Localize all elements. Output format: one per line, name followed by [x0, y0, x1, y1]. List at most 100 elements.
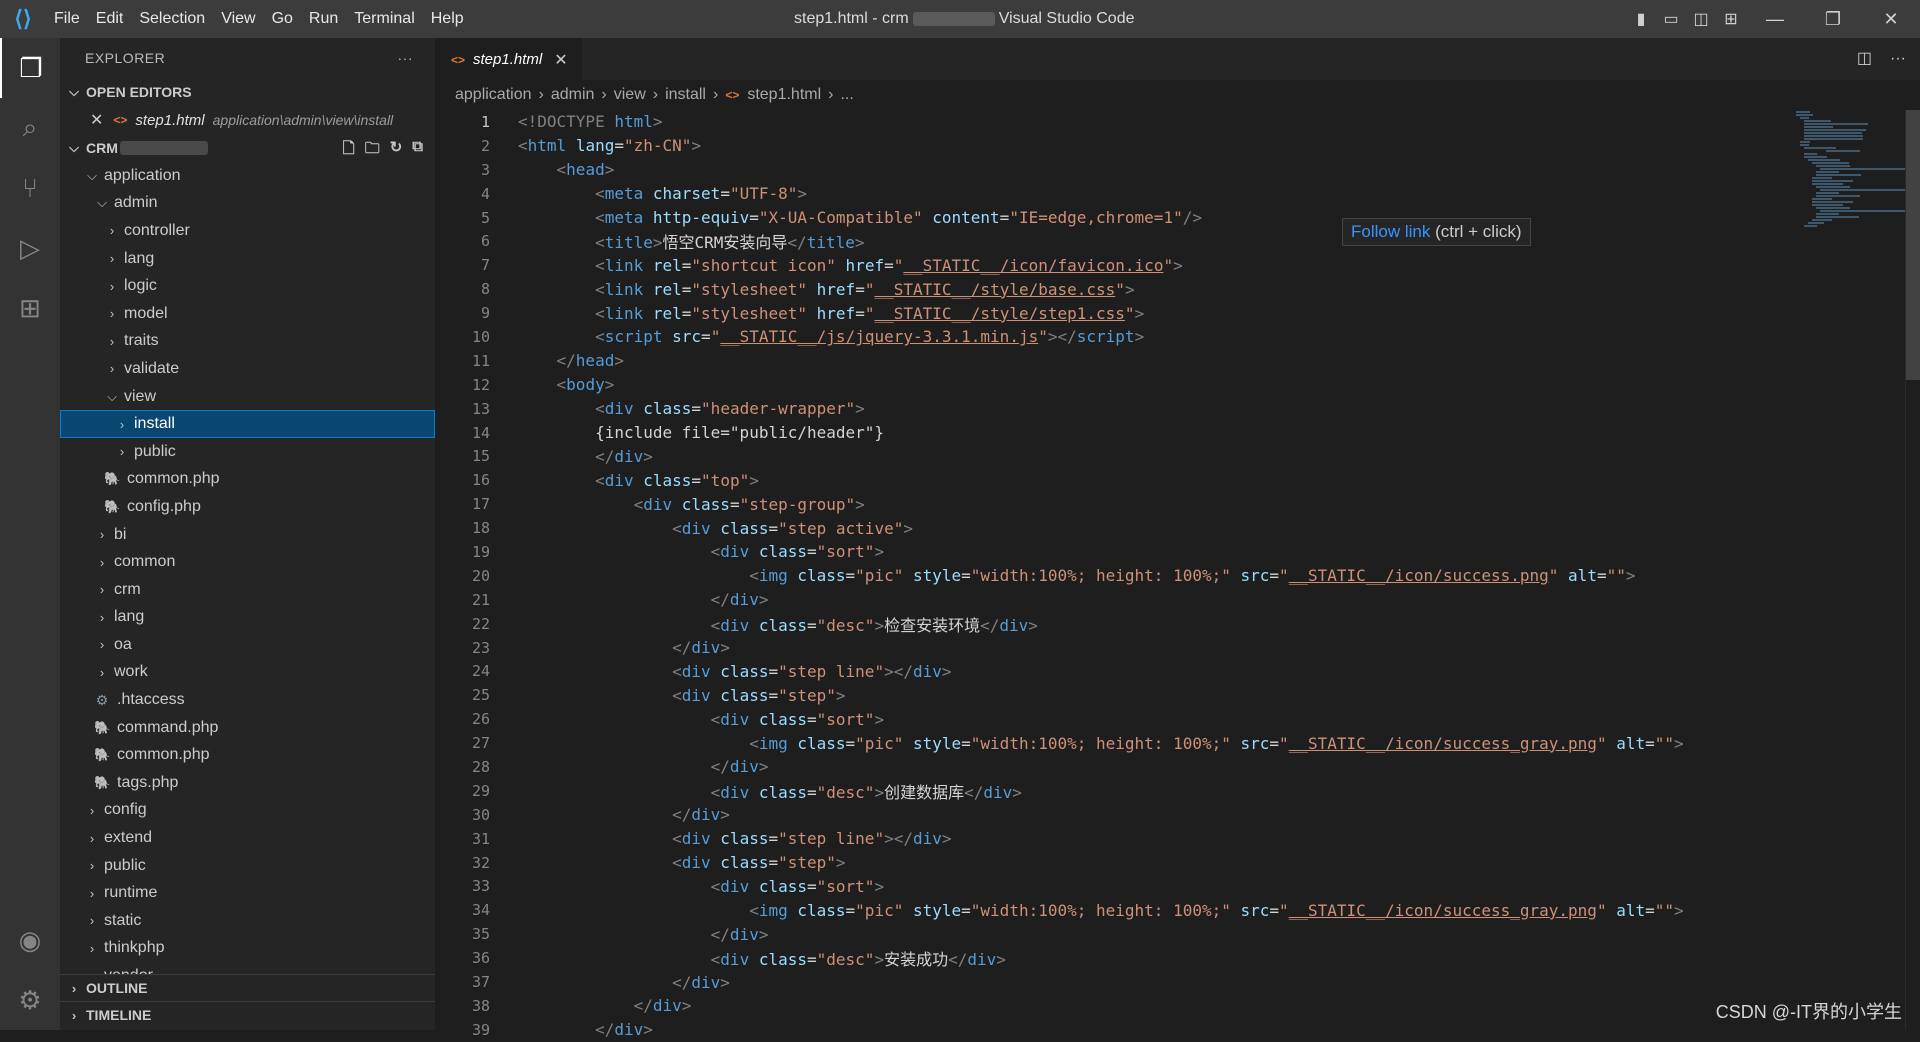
code-line[interactable]: 14 {include file="public/header"}: [435, 421, 1765, 445]
code-line[interactable]: 35 </div>: [435, 922, 1765, 946]
breadcrumb-item[interactable]: step1.html: [747, 86, 821, 104]
close-icon[interactable]: ✕: [90, 110, 103, 130]
tree-folder[interactable]: › crm: [60, 576, 435, 604]
code-link[interactable]: __STATIC__/js/jquery-3.3.1.min.js: [720, 327, 1038, 346]
code-link[interactable]: __STATIC__/icon/success.png: [1289, 566, 1549, 585]
minimap[interactable]: [1796, 110, 1920, 330]
code-link[interactable]: __STATIC__/icon/success_gray.png: [1289, 901, 1597, 920]
tree-folder[interactable]: › thinkphp: [60, 935, 435, 963]
open-editor-item[interactable]: ✕ <> step1.html application\admin\view\i…: [60, 106, 435, 134]
code-line[interactable]: 23 </div>: [435, 636, 1765, 660]
tree-folder[interactable]: › public: [60, 852, 435, 880]
code-line[interactable]: 27 <img class="pic" style="width:100%; h…: [435, 731, 1765, 755]
code-link[interactable]: __STATIC__/icon/success_gray.png: [1289, 734, 1597, 753]
tree-folder[interactable]: › lang: [60, 245, 435, 273]
scrollbar-thumb[interactable]: [1906, 110, 1920, 380]
tree-folder[interactable]: › oa: [60, 631, 435, 659]
tree-folder[interactable]: › bi: [60, 521, 435, 549]
vertical-scrollbar[interactable]: [1905, 110, 1920, 1030]
breadcrumb-item[interactable]: ...: [840, 86, 853, 104]
tree-folder[interactable]: ⌵ admin: [60, 190, 435, 218]
tree-folder[interactable]: › traits: [60, 328, 435, 356]
close-window-icon[interactable]: ✕: [1862, 9, 1920, 30]
tree-folder[interactable]: › work: [60, 659, 435, 687]
code-line[interactable]: 4 <meta charset="UTF-8">: [435, 182, 1765, 206]
collapse-all-icon[interactable]: ⧉: [412, 138, 423, 163]
menu-terminal[interactable]: Terminal: [346, 0, 422, 38]
code-line[interactable]: 38 </div>: [435, 994, 1765, 1018]
code-line[interactable]: 12 <body>: [435, 373, 1765, 397]
tree-folder[interactable]: › common: [60, 548, 435, 576]
tree-folder[interactable]: › static: [60, 907, 435, 935]
code-line[interactable]: 21 </div>: [435, 588, 1765, 612]
tree-file[interactable]: ⚙ .htaccess: [60, 686, 435, 714]
code-line[interactable]: 32 <div class="step">: [435, 851, 1765, 875]
code-line[interactable]: 29 <div class="desc">创建数据库</div>: [435, 779, 1765, 803]
new-file-icon[interactable]: 🗋: [343, 138, 355, 163]
tree-file[interactable]: 🐘 config.php: [60, 493, 435, 521]
tree-folder[interactable]: › extend: [60, 824, 435, 852]
breadcrumb-item[interactable]: view: [614, 86, 646, 104]
more-actions-icon[interactable]: ···: [398, 50, 414, 66]
code-line[interactable]: 30 </div>: [435, 803, 1765, 827]
tree-folder[interactable]: › lang: [60, 604, 435, 632]
more-actions-icon[interactable]: ···: [1890, 38, 1906, 80]
code-link[interactable]: __STATIC__/style/base.css: [874, 280, 1115, 299]
menu-go[interactable]: Go: [264, 0, 301, 38]
menu-edit[interactable]: Edit: [88, 0, 132, 38]
new-folder-icon[interactable]: 🗀: [365, 138, 380, 163]
breadcrumb-item[interactable]: application: [455, 86, 532, 104]
code-line[interactable]: 37 </div>: [435, 970, 1765, 994]
code-line[interactable]: 34 <img class="pic" style="width:100%; h…: [435, 898, 1765, 922]
code-line[interactable]: 10 <script src="__STATIC__/js/jquery-3.3…: [435, 325, 1765, 349]
tab-step1-html[interactable]: <> step1.html ✕: [435, 38, 582, 80]
source-control-icon[interactable]: ⑂: [0, 158, 60, 218]
timeline-section[interactable]: › TIMELINE: [60, 1001, 435, 1028]
toggle-panel-icon[interactable]: ▭: [1656, 9, 1686, 29]
open-editors-section[interactable]: ⌵ OPEN EDITORS: [60, 78, 435, 106]
code-line[interactable]: 2 <html lang="zh-CN">: [435, 134, 1765, 158]
run-debug-icon[interactable]: ▷: [0, 218, 60, 278]
code-line[interactable]: 24 <div class="step line"></div>: [435, 659, 1765, 683]
code-line[interactable]: 26 <div class="sort">: [435, 707, 1765, 731]
code-link[interactable]: __STATIC__/style/step1.css: [874, 304, 1124, 323]
code-line[interactable]: 11 </head>: [435, 349, 1765, 373]
code-line[interactable]: 33 <div class="sort">: [435, 875, 1765, 899]
restore-icon[interactable]: ❐: [1804, 9, 1862, 30]
tree-file[interactable]: 🐘 command.php: [60, 714, 435, 742]
search-icon[interactable]: ⌕: [0, 98, 60, 158]
minimize-icon[interactable]: —: [1746, 9, 1804, 30]
code-line[interactable]: 19 <div class="sort">: [435, 540, 1765, 564]
tree-folder[interactable]: › validate: [60, 355, 435, 383]
tree-file[interactable]: 🐘 common.php: [60, 466, 435, 494]
code-line[interactable]: 31 <div class="step line"></div>: [435, 827, 1765, 851]
account-icon[interactable]: ◉: [0, 910, 60, 970]
settings-gear-icon[interactable]: ⚙: [0, 970, 60, 1030]
tree-folder[interactable]: › config: [60, 797, 435, 825]
code-line[interactable]: 20 <img class="pic" style="width:100%; h…: [435, 564, 1765, 588]
tree-file[interactable]: 🐘 tags.php: [60, 769, 435, 797]
code-line[interactable]: 5 <meta http-equiv="X-UA-Compatible" con…: [435, 206, 1765, 230]
tree-folder[interactable]: › model: [60, 300, 435, 328]
code-line[interactable]: 8 <link rel="stylesheet" href="__STATIC_…: [435, 277, 1765, 301]
follow-link[interactable]: Follow link: [1351, 222, 1430, 241]
toggle-sidebar-icon[interactable]: ▮: [1626, 9, 1656, 29]
code-line[interactable]: 13 <div class="header-wrapper">: [435, 397, 1765, 421]
tree-folder[interactable]: › public: [60, 438, 435, 466]
code-editor[interactable]: 1 <!DOCTYPE html> 2 <html lang="zh-CN"> 3 <h…: [435, 110, 1765, 1042]
tree-folder[interactable]: › install: [60, 410, 435, 438]
menu-file[interactable]: File: [46, 0, 88, 38]
breadcrumb-item[interactable]: admin: [551, 86, 595, 104]
menu-run[interactable]: Run: [301, 0, 346, 38]
code-line[interactable]: 25 <div class="step">: [435, 683, 1765, 707]
breadcrumb-item[interactable]: install: [665, 86, 706, 104]
code-line[interactable]: 3 <head>: [435, 158, 1765, 182]
extensions-icon[interactable]: ⊞: [0, 278, 60, 338]
tree-folder[interactable]: › controller: [60, 217, 435, 245]
code-line[interactable]: 7 <link rel="shortcut icon" href="__STAT…: [435, 253, 1765, 277]
project-section[interactable]: ⌵ CRM 🗋 🗀 ↻ ⧉: [60, 134, 435, 162]
tree-file[interactable]: 🐘 common.php: [60, 741, 435, 769]
code-line[interactable]: 1 <!DOCTYPE html>: [435, 110, 1765, 134]
code-line[interactable]: 36 <div class="desc">安装成功</div>: [435, 946, 1765, 970]
menu-help[interactable]: Help: [423, 0, 472, 38]
